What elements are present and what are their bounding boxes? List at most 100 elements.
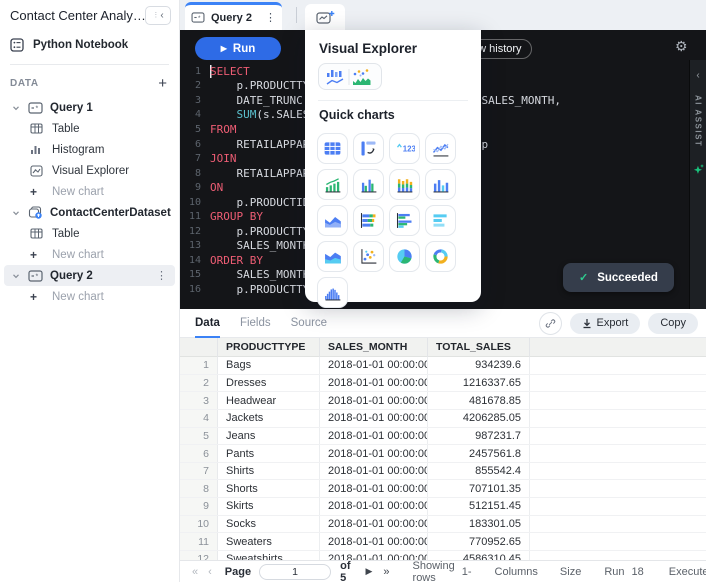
quick-chart-area-icon[interactable]: [317, 205, 348, 236]
column-header-sales-month[interactable]: SALES_MONTH: [320, 338, 428, 357]
chevron-down-icon[interactable]: [12, 104, 28, 112]
table-cell: 5: [180, 428, 218, 445]
tab-kebab-menu-icon[interactable]: ⋮: [265, 11, 276, 24]
quick-chart-table-icon[interactable]: [317, 133, 348, 164]
columns-control[interactable]: Columns: [495, 566, 538, 578]
line-number: 5: [180, 124, 210, 135]
popup-title: Visual Explorer: [305, 30, 481, 64]
visual-explorer-button[interactable]: [318, 63, 382, 90]
svg-text:*: *: [36, 105, 39, 112]
quick-chart-pie-icon[interactable]: [389, 241, 420, 272]
tree-item-query1-table[interactable]: Table: [0, 118, 179, 139]
sidebar-collapse-button[interactable]: ⋮ ‹: [145, 6, 171, 25]
table-cell: Sweaters: [218, 533, 320, 550]
table-row[interactable]: 7Shirts2018-01-01 00:00:00855542.4: [180, 463, 706, 481]
tree-item-query1-new-chart[interactable]: + New chart: [0, 181, 179, 202]
table-icon: [30, 228, 52, 239]
tree-item-dataset-table[interactable]: Table: [0, 223, 179, 244]
notebook-icon: [10, 38, 24, 52]
chevron-down-icon[interactable]: [12, 209, 28, 217]
tab-data[interactable]: Data: [195, 309, 220, 338]
tab-source[interactable]: Source: [291, 309, 327, 338]
table-cell: 4: [180, 410, 218, 427]
tree-item-label: Query 1: [50, 102, 93, 114]
page-number-input[interactable]: [259, 564, 331, 580]
quick-chart-column-icon[interactable]: [425, 169, 456, 200]
table-cell: 2018-01-01 00:00:00: [320, 428, 428, 445]
export-button[interactable]: Export: [570, 313, 641, 334]
table-row[interactable]: 2Dresses2018-01-01 00:00:001216337.65: [180, 375, 706, 393]
quick-chart-stacked-column-icon[interactable]: [389, 169, 420, 200]
sidebar-item-python-notebook[interactable]: Python Notebook: [0, 29, 179, 60]
quick-charts-grid: 123: [317, 133, 469, 308]
table-cell: 2018-01-01 00:00:00: [320, 498, 428, 515]
ai-sparkle-icon[interactable]: [692, 163, 705, 181]
quick-chart-grouped-bar-h-icon[interactable]: [389, 205, 420, 236]
copy-button[interactable]: Copy: [648, 313, 698, 334]
popup-divider: [318, 100, 468, 101]
tree-item-query1-visual-explorer[interactable]: Visual Explorer: [0, 160, 179, 181]
quick-chart-pivot-icon[interactable]: [353, 133, 384, 164]
plus-icon: +: [30, 248, 52, 262]
first-page-icon[interactable]: «: [192, 566, 198, 578]
data-tree: * Query 1 Table Histogram Visual Explore…: [0, 95, 179, 307]
quick-chart-stacked-bar-h-icon[interactable]: [353, 205, 384, 236]
quick-chart-histogram-icon[interactable]: [317, 277, 348, 308]
results-table-header: PRODUCTTYPE SALES_MONTH TOTAL_SALES: [180, 338, 706, 357]
kebab-menu-icon[interactable]: ⋮: [156, 269, 167, 282]
table-row[interactable]: 5Jeans2018-01-01 00:00:00987231.7: [180, 428, 706, 446]
quick-chart-grouped-column-icon[interactable]: [353, 169, 384, 200]
table-row[interactable]: 6Pants2018-01-01 00:00:002457561.8: [180, 445, 706, 463]
column-header-producttype[interactable]: PRODUCTTYPE: [218, 338, 320, 357]
quick-chart-donut-icon[interactable]: [425, 241, 456, 272]
last-page-icon[interactable]: »: [383, 566, 389, 578]
table-row[interactable]: 3Headwear2018-01-01 00:00:00481678.85: [180, 392, 706, 410]
results-table: PRODUCTTYPE SALES_MONTH TOTAL_SALES 1Bag…: [180, 338, 706, 560]
column-header-total-sales[interactable]: TOTAL_SALES: [428, 338, 530, 357]
table-row[interactable]: 10Socks2018-01-01 00:00:00183301.05: [180, 516, 706, 534]
rail-collapse-chevron-icon[interactable]: ‹: [696, 70, 699, 81]
tab-query-2[interactable]: * Query 2 ⋮: [185, 2, 282, 30]
table-row[interactable]: 4Jackets2018-01-01 00:00:004206285.05: [180, 410, 706, 428]
table-cell: 1: [180, 357, 218, 374]
tree-item-contactcenterdataset[interactable]: ContactCenterDataset: [0, 202, 179, 223]
quick-chart-bar-h-icon[interactable]: [425, 205, 456, 236]
table-cell: 183301.05: [428, 516, 530, 533]
table-cell: Jackets: [218, 410, 320, 427]
settings-gear-icon[interactable]: ⚙: [675, 38, 688, 55]
link-button[interactable]: [539, 312, 562, 335]
download-icon: [582, 318, 592, 329]
link-icon: [544, 317, 557, 330]
tab-fields[interactable]: Fields: [240, 309, 271, 338]
plus-icon: +: [30, 185, 52, 199]
tree-item-query2-new-chart[interactable]: + New chart: [0, 286, 179, 307]
quick-chart-combo-icon[interactable]: [317, 169, 348, 200]
table-row[interactable]: 9Skirts2018-01-01 00:00:00512151.45: [180, 498, 706, 516]
quick-chart-single-value-icon[interactable]: 123: [389, 133, 420, 164]
run-button[interactable]: ▶ Run: [195, 37, 281, 60]
tree-item-query1-histogram[interactable]: Histogram: [0, 139, 179, 160]
table-cell: 2: [180, 375, 218, 392]
table-cell: 3: [180, 392, 218, 409]
tree-item-dataset-new-chart[interactable]: + New chart: [0, 244, 179, 265]
table-row[interactable]: 1Bags2018-01-01 00:00:00934239.6: [180, 357, 706, 375]
tree-item-query-1[interactable]: * Query 1: [0, 97, 179, 118]
line-number: 9: [180, 182, 210, 193]
table-row[interactable]: 8Shorts2018-01-01 00:00:00707101.35: [180, 480, 706, 498]
page-label: Page: [225, 566, 251, 578]
chevron-down-icon[interactable]: [12, 272, 28, 280]
size-control[interactable]: Size: [560, 566, 581, 578]
table-cell: Pants: [218, 445, 320, 462]
tree-item-query-2[interactable]: * Query 2 ⋮: [4, 265, 175, 286]
quick-chart-line-icon[interactable]: [425, 133, 456, 164]
new-chart-tab-button[interactable]: [305, 4, 345, 30]
next-page-icon[interactable]: ▶: [365, 566, 372, 577]
previous-page-icon[interactable]: ‹: [208, 566, 212, 578]
play-icon: ▶: [221, 44, 227, 53]
quick-chart-scatter-icon[interactable]: [353, 241, 384, 272]
add-data-button[interactable]: +: [158, 76, 167, 91]
results-toolbar: Export Copy: [539, 312, 706, 335]
histogram-icon: [30, 144, 52, 155]
table-row[interactable]: 11Sweaters2018-01-01 00:00:00770952.65: [180, 533, 706, 551]
quick-chart-stacked-area-icon[interactable]: [317, 241, 348, 272]
